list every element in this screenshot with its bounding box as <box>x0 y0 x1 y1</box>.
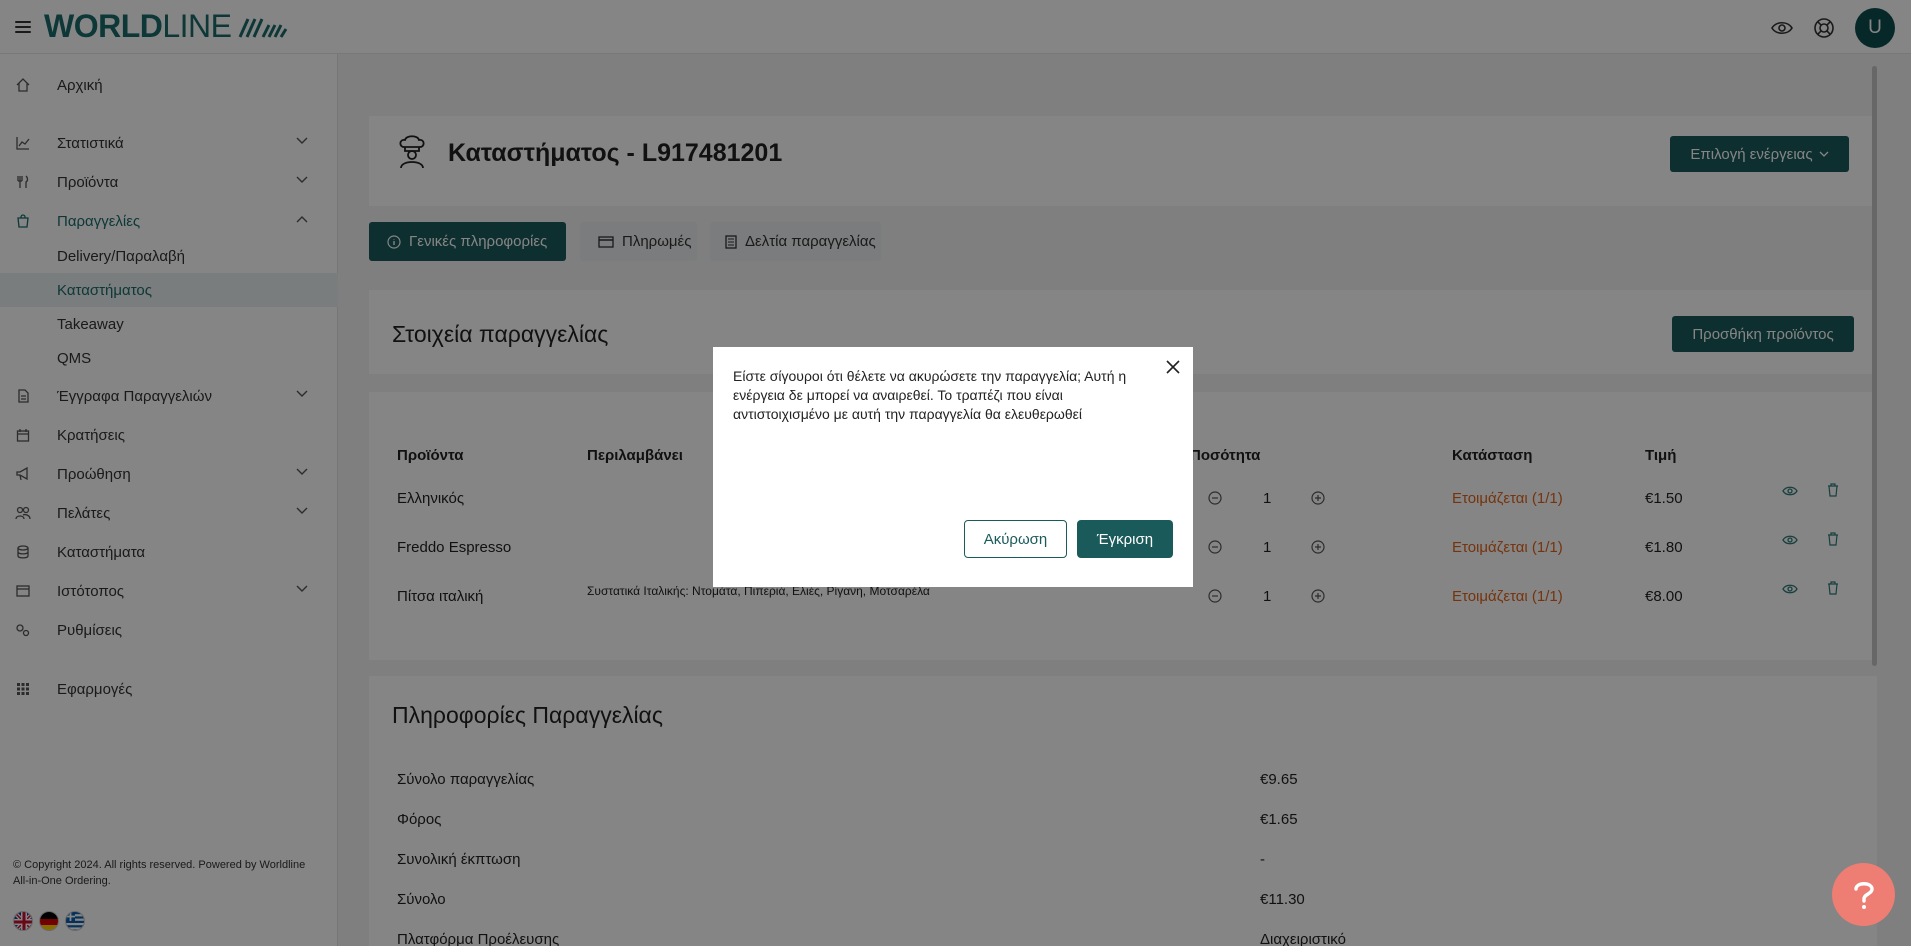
close-icon[interactable] <box>1165 359 1181 375</box>
help-button[interactable] <box>1832 863 1895 926</box>
cancel-order-dialog: Είστε σίγουροι ότι θέλετε να ακυρώσετε τ… <box>713 347 1193 587</box>
dialog-message: Είστε σίγουροι ότι θέλετε να ακυρώσετε τ… <box>733 368 1127 422</box>
question-mark-icon <box>1853 881 1874 909</box>
confirm-button[interactable]: Έγκριση <box>1077 520 1173 558</box>
cancel-button[interactable]: Ακύρωση <box>964 520 1067 558</box>
